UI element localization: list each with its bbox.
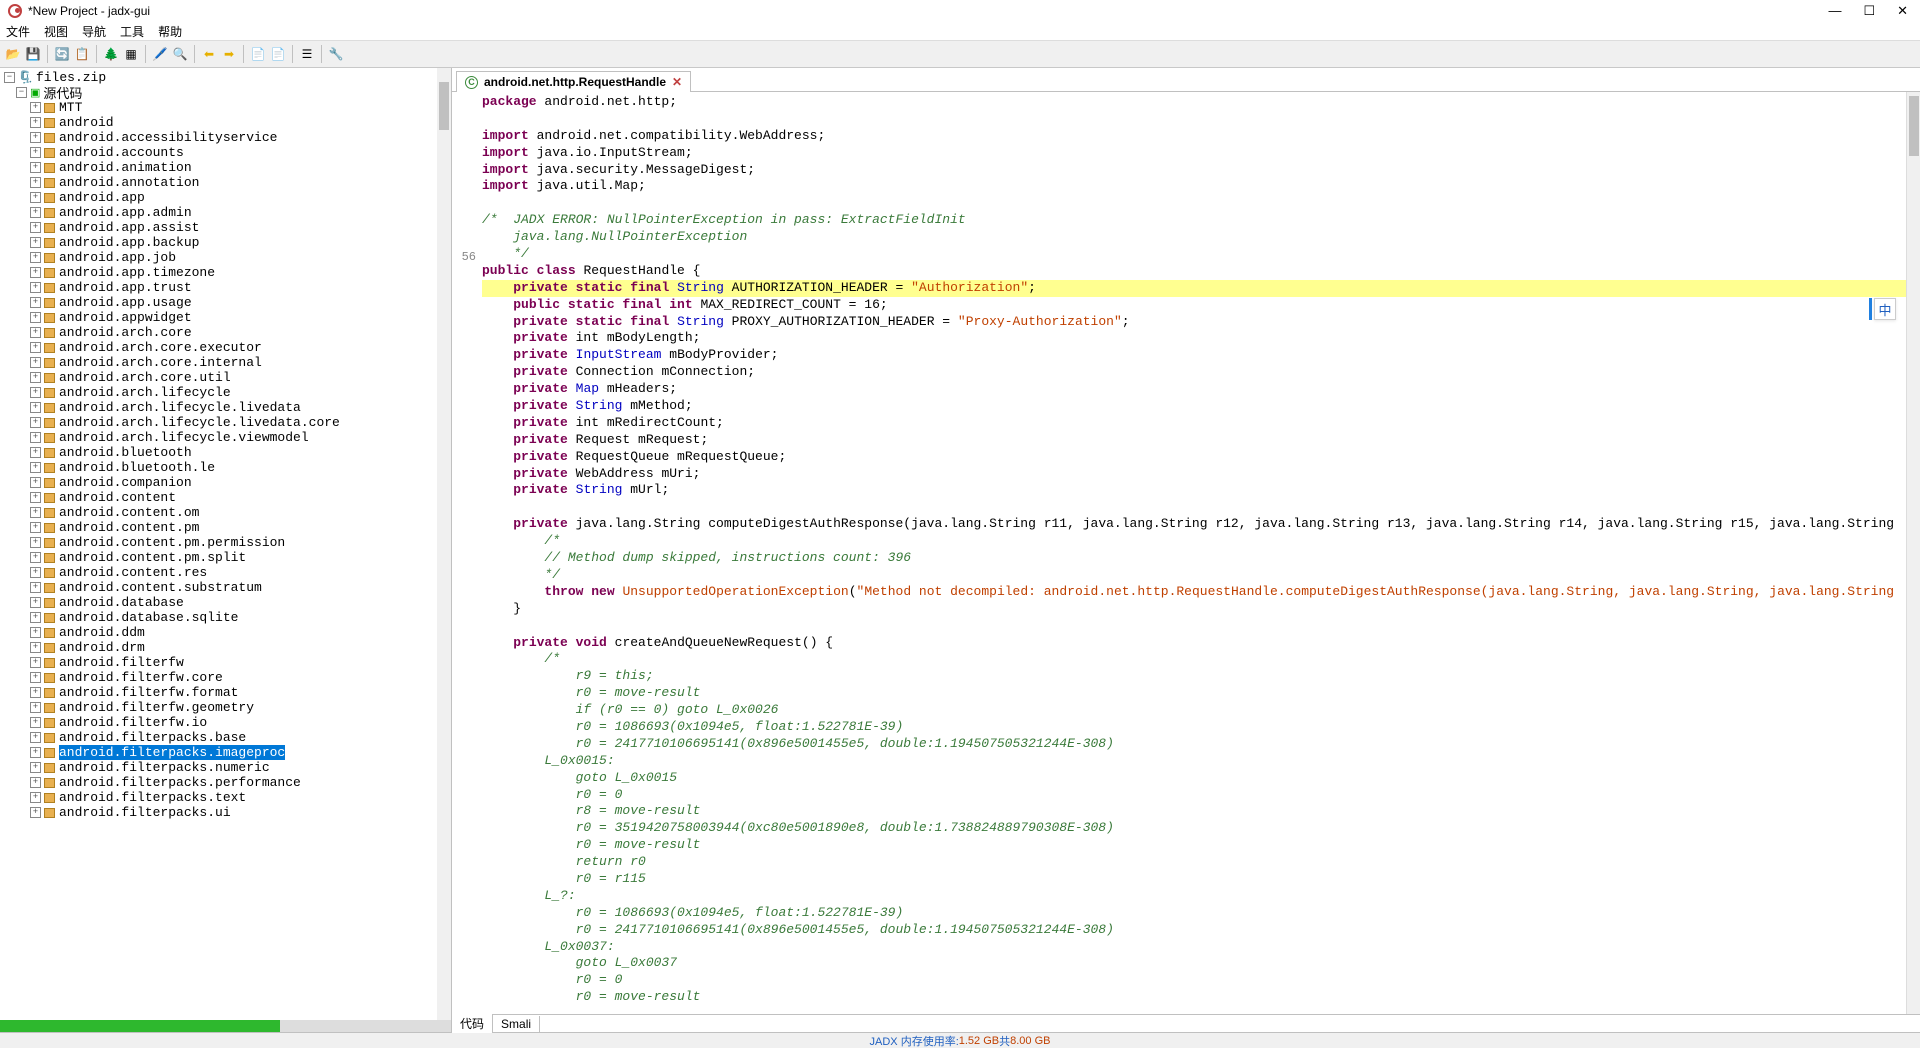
search-icon[interactable]: 🔍	[171, 45, 189, 63]
tree-package[interactable]: +android.filterfw.format	[2, 685, 449, 700]
menu-view[interactable]: 视图	[44, 23, 68, 40]
tree-package[interactable]: +android.filterfw.io	[2, 715, 449, 730]
tree-package[interactable]: +MTT	[2, 100, 449, 115]
menu-tools[interactable]: 工具	[120, 23, 144, 40]
ime-handle[interactable]	[1869, 298, 1872, 320]
tree-package[interactable]: +android.accessibilityservice	[2, 130, 449, 145]
progress-bar	[0, 1020, 451, 1032]
tree-package[interactable]: +android.annotation	[2, 175, 449, 190]
close-button[interactable]: ✕	[1897, 3, 1912, 19]
tree-package[interactable]: +android.content.pm.split	[2, 550, 449, 565]
tree-package[interactable]: +android.filterfw	[2, 655, 449, 670]
sidebar-scrollbar[interactable]	[437, 68, 451, 1020]
maximize-button[interactable]: ☐	[1863, 3, 1879, 19]
line-gutter: 56	[452, 92, 480, 1014]
tree-package[interactable]: +android.arch.core.internal	[2, 355, 449, 370]
grid-icon[interactable]: ▦	[122, 45, 140, 63]
code-editor[interactable]: package android.net.http; import android…	[480, 92, 1906, 1014]
tab-label: android.net.http.RequestHandle	[484, 75, 666, 89]
ime-badge[interactable]: 中	[1874, 298, 1896, 320]
copy-icon[interactable]: 📋	[73, 45, 91, 63]
tree-package[interactable]: +android.content.pm	[2, 520, 449, 535]
tree-package[interactable]: +android.filterpacks.ui	[2, 805, 449, 820]
tree-package[interactable]: +android.filterpacks.performance	[2, 775, 449, 790]
doc2-icon[interactable]: 📄	[269, 45, 287, 63]
tree-package[interactable]: +android.arch.lifecycle	[2, 385, 449, 400]
tree-package[interactable]: +android.app.backup	[2, 235, 449, 250]
tree-package[interactable]: +android.accounts	[2, 145, 449, 160]
tree-package[interactable]: +android.filterpacks.base	[2, 730, 449, 745]
back-icon[interactable]: ⬅	[200, 45, 218, 63]
deobf-icon[interactable]: 🔧	[327, 45, 345, 63]
tree-package[interactable]: +android.arch.lifecycle.livedata	[2, 400, 449, 415]
tree-package[interactable]: +android.app.job	[2, 250, 449, 265]
tab-close-icon[interactable]: ✕	[672, 75, 682, 89]
window-title: *New Project - jadx-gui	[28, 4, 150, 18]
code-scrollbar[interactable]	[1906, 92, 1920, 1014]
tree-package[interactable]: +android.companion	[2, 475, 449, 490]
open-icon[interactable]: 📂	[4, 45, 22, 63]
app-icon	[8, 4, 22, 18]
tree-package[interactable]: +android.database.sqlite	[2, 610, 449, 625]
tree-package[interactable]: +android.app.usage	[2, 295, 449, 310]
forward-icon[interactable]: ➡	[220, 45, 238, 63]
tree-package[interactable]: +android.bluetooth	[2, 445, 449, 460]
tree-package[interactable]: +android.filterpacks.text	[2, 790, 449, 805]
tree-package[interactable]: +android.arch.lifecycle.livedata.core	[2, 415, 449, 430]
tree-package[interactable]: +android.drm	[2, 640, 449, 655]
bottom-tab-smali[interactable]: Smali	[493, 1016, 540, 1032]
editor-tab[interactable]: C android.net.http.RequestHandle ✕	[456, 71, 691, 92]
tree-package[interactable]: +android.app	[2, 190, 449, 205]
wand-icon[interactable]: 🖊️	[151, 45, 169, 63]
minimize-button[interactable]: —	[1828, 3, 1845, 19]
tree-package[interactable]: +android.filterfw.geometry	[2, 700, 449, 715]
tree-package[interactable]: +android.bluetooth.le	[2, 460, 449, 475]
menu-file[interactable]: 文件	[6, 23, 30, 40]
tree-package[interactable]: +android.arch.core.executor	[2, 340, 449, 355]
menu-help[interactable]: 帮助	[158, 23, 182, 40]
tree-package[interactable]: +android.arch.lifecycle.viewmodel	[2, 430, 449, 445]
package-tree[interactable]: −🗜️files.zip−▣源代码+MTT+android+android.ac…	[0, 68, 451, 1020]
tree-package[interactable]: +android.app.timezone	[2, 265, 449, 280]
tree-package[interactable]: +android.filterpacks.imageproc	[2, 745, 449, 760]
sync-icon[interactable]: 🔄	[53, 45, 71, 63]
toolbar: 📂 💾 🔄 📋 🌲 ▦ 🖊️ 🔍 ⬅ ➡ 📄 📄 ☰ 🔧	[0, 40, 1920, 68]
menu-nav[interactable]: 导航	[82, 23, 106, 40]
tree-package[interactable]: +android.appwidget	[2, 310, 449, 325]
tree-source-root[interactable]: −▣源代码	[2, 85, 449, 100]
doc1-icon[interactable]: 📄	[249, 45, 267, 63]
tree-package[interactable]: +android.arch.core	[2, 325, 449, 340]
status-bar: JADX 内存使用率: 1.52 GB 共 8.00 GB	[0, 1032, 1920, 1048]
tree-package[interactable]: +android.app.assist	[2, 220, 449, 235]
tree-package[interactable]: +android	[2, 115, 449, 130]
list-icon[interactable]: ☰	[298, 45, 316, 63]
menubar: 文件 视图 导航 工具 帮助	[0, 22, 1920, 40]
tree-package[interactable]: +android.app.trust	[2, 280, 449, 295]
tree-package[interactable]: +android.content.res	[2, 565, 449, 580]
tree-package[interactable]: +android.content.om	[2, 505, 449, 520]
tree-package[interactable]: +android.animation	[2, 160, 449, 175]
save-icon[interactable]: 💾	[24, 45, 42, 63]
tree-package[interactable]: +android.app.admin	[2, 205, 449, 220]
tree-icon[interactable]: 🌲	[102, 45, 120, 63]
tree-package[interactable]: +android.filterfw.core	[2, 670, 449, 685]
tree-package[interactable]: +android.content	[2, 490, 449, 505]
class-icon: C	[465, 76, 478, 89]
tree-package[interactable]: +android.content.pm.permission	[2, 535, 449, 550]
tree-package[interactable]: +android.arch.core.util	[2, 370, 449, 385]
tree-package[interactable]: +android.ddm	[2, 625, 449, 640]
tree-package[interactable]: +android.content.substratum	[2, 580, 449, 595]
bottom-tab-code[interactable]: 代码	[452, 1014, 493, 1033]
tree-package[interactable]: +android.filterpacks.numeric	[2, 760, 449, 775]
tree-package[interactable]: +android.database	[2, 595, 449, 610]
